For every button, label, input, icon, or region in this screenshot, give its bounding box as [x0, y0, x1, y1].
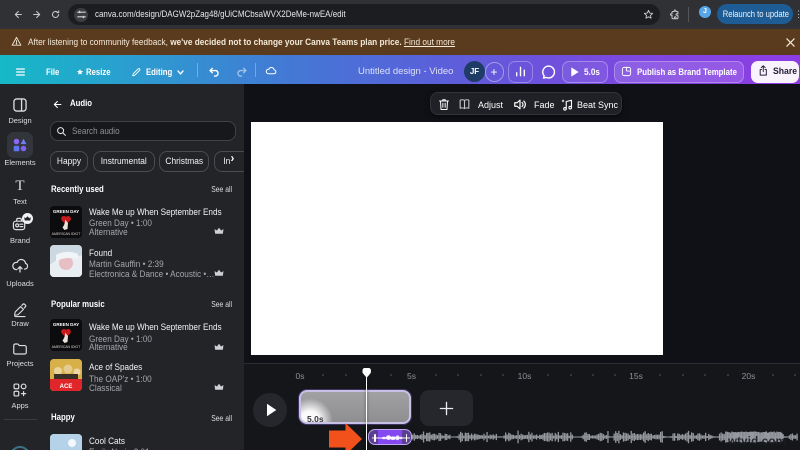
svg-text:AMERICAN IDIOT: AMERICAN IDIOT: [52, 232, 82, 236]
svg-text:ACE: ACE: [60, 384, 73, 390]
svg-text:GREEN DAY: GREEN DAY: [53, 322, 79, 327]
svg-text:GREEN DAY: GREEN DAY: [53, 209, 79, 214]
svg-text:AMERICAN IDIOT: AMERICAN IDIOT: [52, 345, 82, 349]
